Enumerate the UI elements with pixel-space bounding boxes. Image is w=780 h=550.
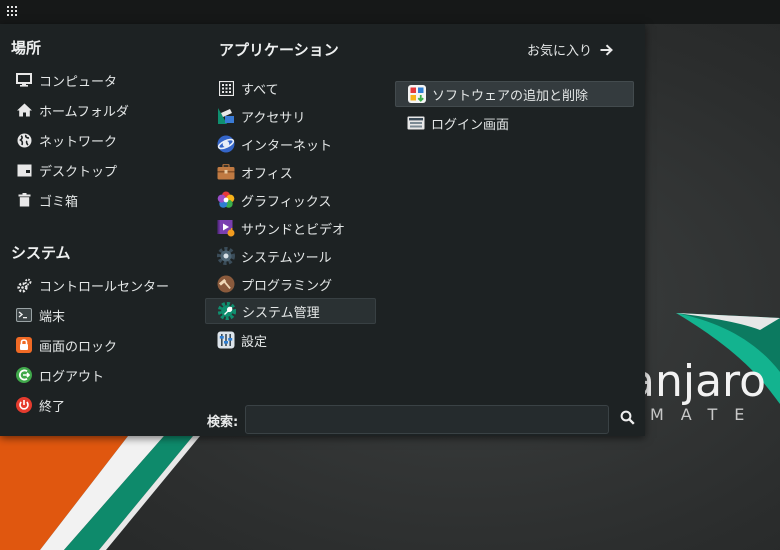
trash-icon (15, 191, 33, 209)
places-item-label: コンピュータ (39, 74, 118, 90)
category-label: 設定 (241, 334, 268, 350)
internet-icon (217, 135, 235, 153)
system-item-control-center[interactable]: コントロールセンター (15, 272, 200, 298)
category-programming[interactable]: プログラミング (214, 271, 376, 297)
settings-icon (217, 331, 235, 349)
system-item-terminal[interactable]: 端末 (15, 302, 200, 328)
manjaro-logo-text: anjaro (628, 356, 767, 407)
system-item-label: 画面のロック (39, 339, 118, 355)
category-internet[interactable]: インターネット (214, 131, 376, 157)
places-item-label: ネットワーク (39, 134, 118, 150)
category-office[interactable]: オフィス (214, 159, 376, 185)
app-add-remove-software[interactable]: ソフトウェアの追加と削除 (395, 81, 634, 107)
category-accessories[interactable]: アクセサリ (214, 103, 376, 129)
search-label: 検索: (207, 415, 239, 430)
favorites-label: お気に入り (527, 44, 593, 59)
globe-icon (15, 131, 33, 149)
places-item-trash[interactable]: ゴミ箱 (15, 187, 200, 213)
arrow-right-icon (600, 43, 613, 56)
system-item-label: 端末 (39, 309, 66, 325)
places-item-home[interactable]: ホームフォルダ (15, 97, 200, 123)
logout-icon (15, 366, 33, 384)
places-heading: 場所 (11, 39, 42, 57)
graphics-icon (217, 191, 235, 209)
search-icon (620, 410, 635, 429)
category-sound-video[interactable]: サウンドとビデオ (214, 215, 376, 241)
category-label: すべて (241, 82, 279, 98)
places-item-computer[interactable]: コンピュータ (15, 67, 200, 93)
monitor-icon (15, 71, 33, 89)
multimedia-icon (217, 219, 235, 237)
category-label: サウンドとビデオ (241, 222, 346, 238)
system-heading: システム (11, 244, 71, 262)
all-apps-icon (217, 79, 235, 97)
places-item-label: ホームフォルダ (39, 104, 129, 120)
category-all[interactable]: すべて (214, 75, 376, 101)
system-item-label: 終了 (39, 399, 66, 415)
search-button[interactable] (616, 408, 638, 430)
software-install-icon (408, 85, 426, 103)
category-label: システム管理 (242, 305, 320, 321)
desktop-icon (15, 161, 33, 179)
places-item-desktop[interactable]: デスクトップ (15, 157, 200, 183)
places-item-label: ゴミ箱 (39, 194, 79, 210)
category-settings[interactable]: 設定 (214, 327, 376, 353)
system-item-shutdown[interactable]: 終了 (15, 392, 200, 418)
application-menu: 場所 コンピュータ ホームフォルダ ネットワーク デスクトップ ゴミ箱 システム (0, 24, 645, 436)
system-item-label: コントロールセンター (39, 279, 170, 295)
app-login-screen[interactable]: ログイン画面 (404, 110, 634, 136)
places-item-label: デスクトップ (39, 164, 118, 180)
search-input[interactable] (245, 405, 609, 434)
grid-icon[interactable] (7, 6, 19, 18)
category-label: インターネット (241, 138, 333, 154)
category-system-tools[interactable]: システムツール (214, 243, 376, 269)
category-label: グラフィックス (241, 194, 332, 210)
gears-icon (15, 276, 33, 294)
lock-icon (15, 336, 33, 354)
app-label: ログイン画面 (431, 117, 510, 133)
administration-icon (218, 302, 236, 320)
home-icon (15, 101, 33, 119)
top-panel (0, 0, 780, 24)
category-graphics[interactable]: グラフィックス (214, 187, 376, 213)
programming-icon (217, 275, 235, 293)
system-item-label: ログアウト (39, 369, 105, 385)
system-item-lock-screen[interactable]: 画面のロック (15, 332, 200, 358)
manjaro-logo-subtitle: MATE (650, 405, 762, 424)
places-item-network[interactable]: ネットワーク (15, 127, 200, 153)
category-label: システムツール (241, 250, 332, 266)
category-label: オフィス (241, 166, 293, 182)
system-item-logout[interactable]: ログアウト (15, 362, 200, 388)
category-administration[interactable]: システム管理 (205, 298, 376, 324)
login-screen-icon (407, 114, 425, 132)
applications-heading: アプリケーション (219, 41, 339, 59)
app-label: ソフトウェアの追加と削除 (432, 88, 589, 104)
category-label: プログラミング (241, 278, 333, 294)
terminal-icon (15, 306, 33, 324)
accessories-icon (217, 107, 235, 125)
power-icon (15, 396, 33, 414)
office-briefcase-icon (217, 163, 235, 181)
category-label: アクセサリ (241, 110, 306, 126)
system-tools-icon (217, 247, 235, 265)
favorites-button[interactable]: お気に入り (527, 40, 613, 59)
